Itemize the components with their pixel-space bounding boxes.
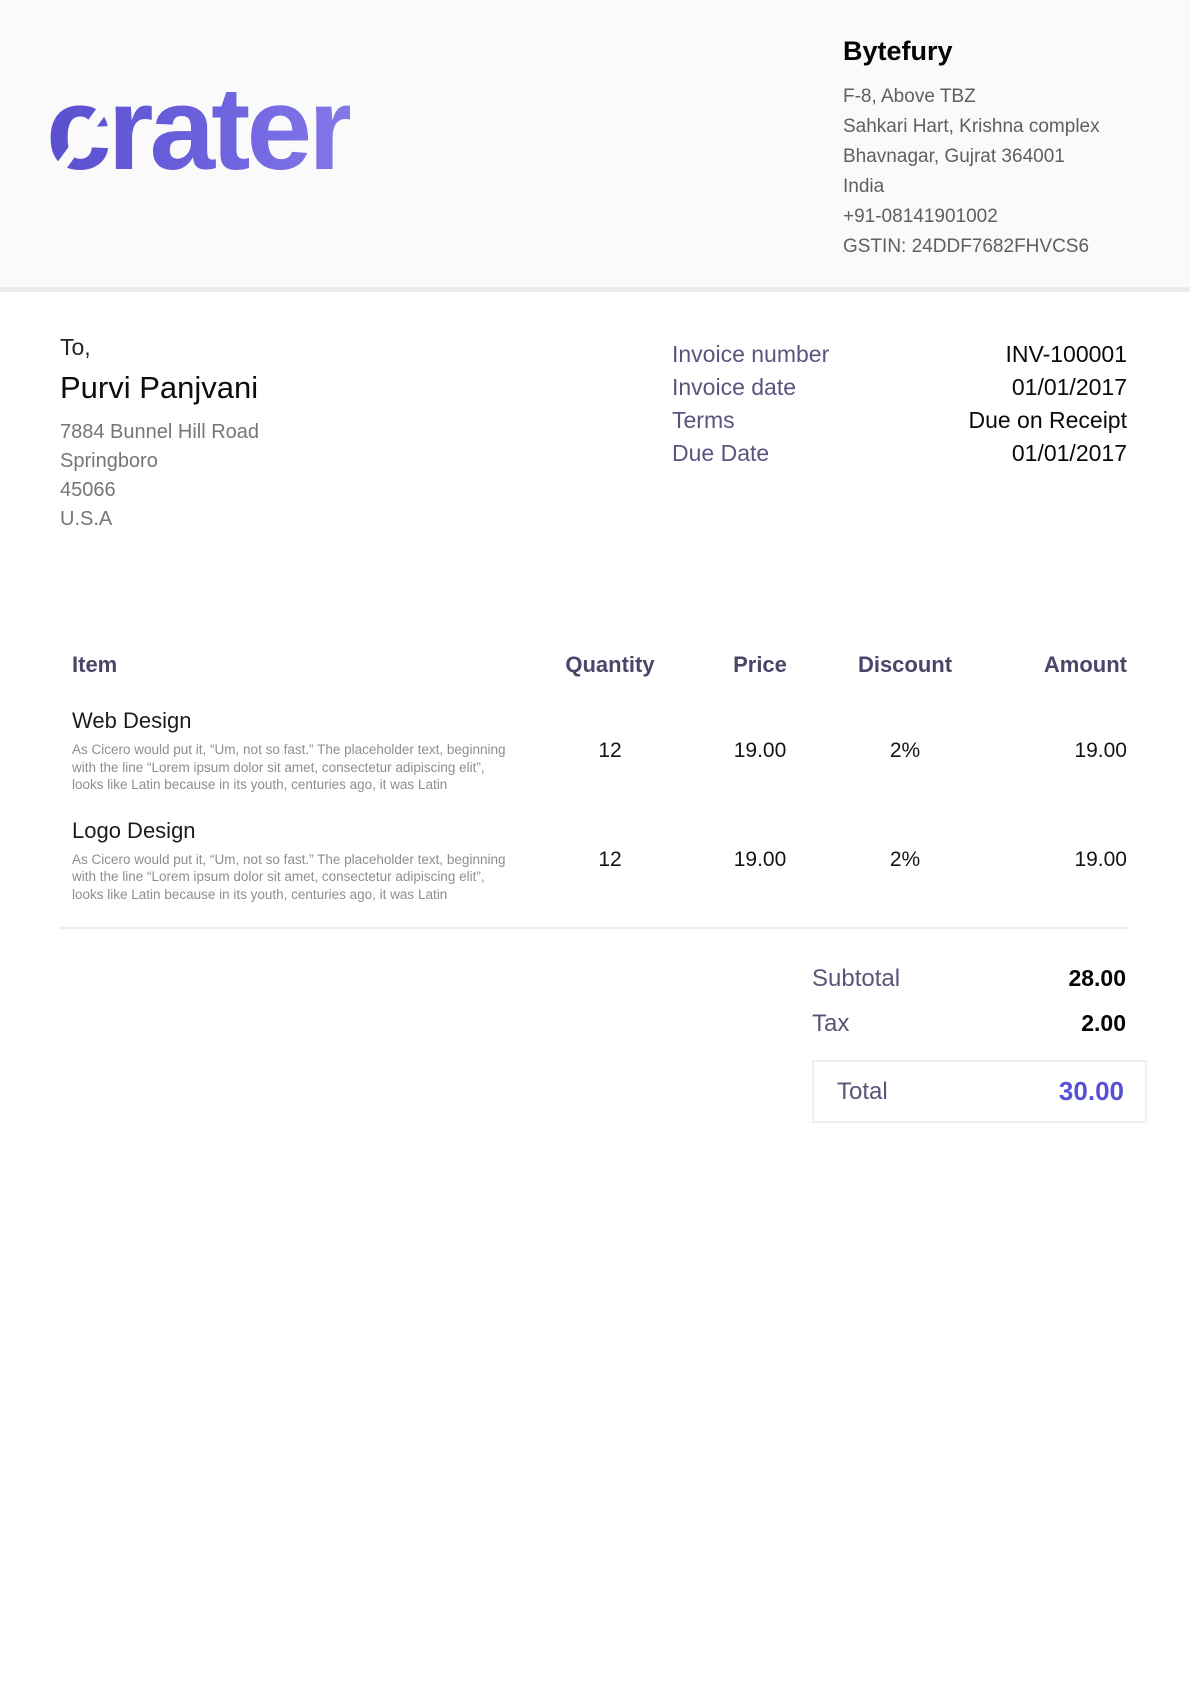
company-phone: +91-08141901002 [843, 202, 1173, 232]
recipient-address-line: 7884 Bunnel Hill Road [60, 418, 259, 447]
totals-block: Subtotal 28.00 Tax 2.00 Total 30.00 [812, 956, 1147, 1123]
tax-value: 2.00 [1081, 1010, 1126, 1037]
grand-total-label: Total [837, 1078, 888, 1106]
table-header-row: Item Quantity Price Discount Amount [60, 650, 1127, 680]
company-address-line: Sahkari Hart, Krishna complex [843, 112, 1173, 142]
table-bottom-divider [60, 927, 1127, 929]
invoice-date-label: Invoice date [672, 371, 796, 404]
recipient-address: 7884 Bunnel Hill Road Springboro 45066 U… [60, 418, 259, 534]
due-date-value: 01/01/2017 [1012, 437, 1127, 470]
due-date-row: Due Date 01/01/2017 [672, 437, 1127, 470]
company-address-line: Bhavnagar, Gujrat 364001 [843, 142, 1173, 172]
item-price: 19.00 [690, 848, 830, 872]
column-header-quantity: Quantity [530, 650, 690, 680]
invoice-number-label: Invoice number [672, 338, 829, 371]
company-name: Bytefury [843, 36, 1173, 67]
table-row: Web Design As Cicero would put it, “Um, … [60, 708, 1127, 794]
invoice-date-value: 01/01/2017 [1012, 371, 1127, 404]
bill-to-block: To, Purvi Panjvani 7884 Bunnel Hill Road… [60, 334, 259, 534]
invoice-number-row: Invoice number INV-100001 [672, 338, 1127, 371]
company-address-line: F-8, Above TBZ [843, 82, 1173, 112]
company-address-line: India [843, 172, 1173, 202]
terms-value: Due on Receipt [968, 404, 1127, 437]
invoice-meta-block: Invoice number INV-100001 Invoice date 0… [672, 338, 1127, 470]
item-cell: Logo Design As Cicero would put it, “Um,… [60, 818, 530, 904]
crater-logo: crater [46, 70, 350, 194]
invoice-date-row: Invoice date 01/01/2017 [672, 371, 1127, 404]
item-discount: 2% [830, 848, 980, 872]
item-price: 19.00 [690, 739, 830, 763]
company-gstin: GSTIN: 24DDF7682FHVCS6 [843, 232, 1173, 262]
item-description: As Cicero would put it, “Um, not so fast… [72, 741, 517, 794]
recipient-address-line: 45066 [60, 476, 259, 505]
item-quantity: 12 [530, 739, 690, 763]
company-info-block: Bytefury F-8, Above TBZ Sahkari Hart, Kr… [843, 36, 1173, 262]
invoice-number-value: INV-100001 [1006, 338, 1127, 371]
subtotal-row: Subtotal 28.00 [812, 956, 1147, 1001]
grand-total-box: Total 30.00 [812, 1060, 1147, 1123]
table-row: Logo Design As Cicero would put it, “Um,… [60, 818, 1127, 904]
subtotal-value: 28.00 [1068, 965, 1126, 992]
item-description: As Cicero would put it, “Um, not so fast… [72, 851, 517, 904]
column-header-discount: Discount [830, 650, 980, 680]
recipient-address-line: Springboro [60, 447, 259, 476]
company-address: F-8, Above TBZ Sahkari Hart, Krishna com… [843, 82, 1173, 262]
tax-row: Tax 2.00 [812, 1001, 1147, 1046]
column-header-amount: Amount [980, 650, 1127, 680]
item-amount: 19.00 [980, 739, 1127, 763]
terms-row: Terms Due on Receipt [672, 404, 1127, 437]
terms-label: Terms [672, 404, 735, 437]
item-amount: 19.00 [980, 848, 1127, 872]
column-header-item: Item [60, 650, 530, 680]
item-quantity: 12 [530, 848, 690, 872]
due-date-label: Due Date [672, 437, 769, 470]
item-name: Web Design [72, 708, 530, 734]
invoice-header-band: crater Bytefury F-8, Above TBZ Sahkari H… [0, 0, 1190, 292]
recipient-name: Purvi Panjvani [60, 370, 259, 406]
line-items-table: Item Quantity Price Discount Amount Web … [60, 650, 1127, 929]
subtotal-label: Subtotal [812, 965, 900, 993]
column-header-price: Price [690, 650, 830, 680]
item-cell: Web Design As Cicero would put it, “Um, … [60, 708, 530, 794]
to-label: To, [60, 334, 259, 361]
item-name: Logo Design [72, 818, 530, 844]
grand-total-value: 30.00 [1059, 1076, 1124, 1107]
tax-label: Tax [812, 1010, 849, 1038]
recipient-address-line: U.S.A [60, 505, 259, 534]
logo-slash-decoration [381, 109, 426, 165]
item-discount: 2% [830, 739, 980, 763]
